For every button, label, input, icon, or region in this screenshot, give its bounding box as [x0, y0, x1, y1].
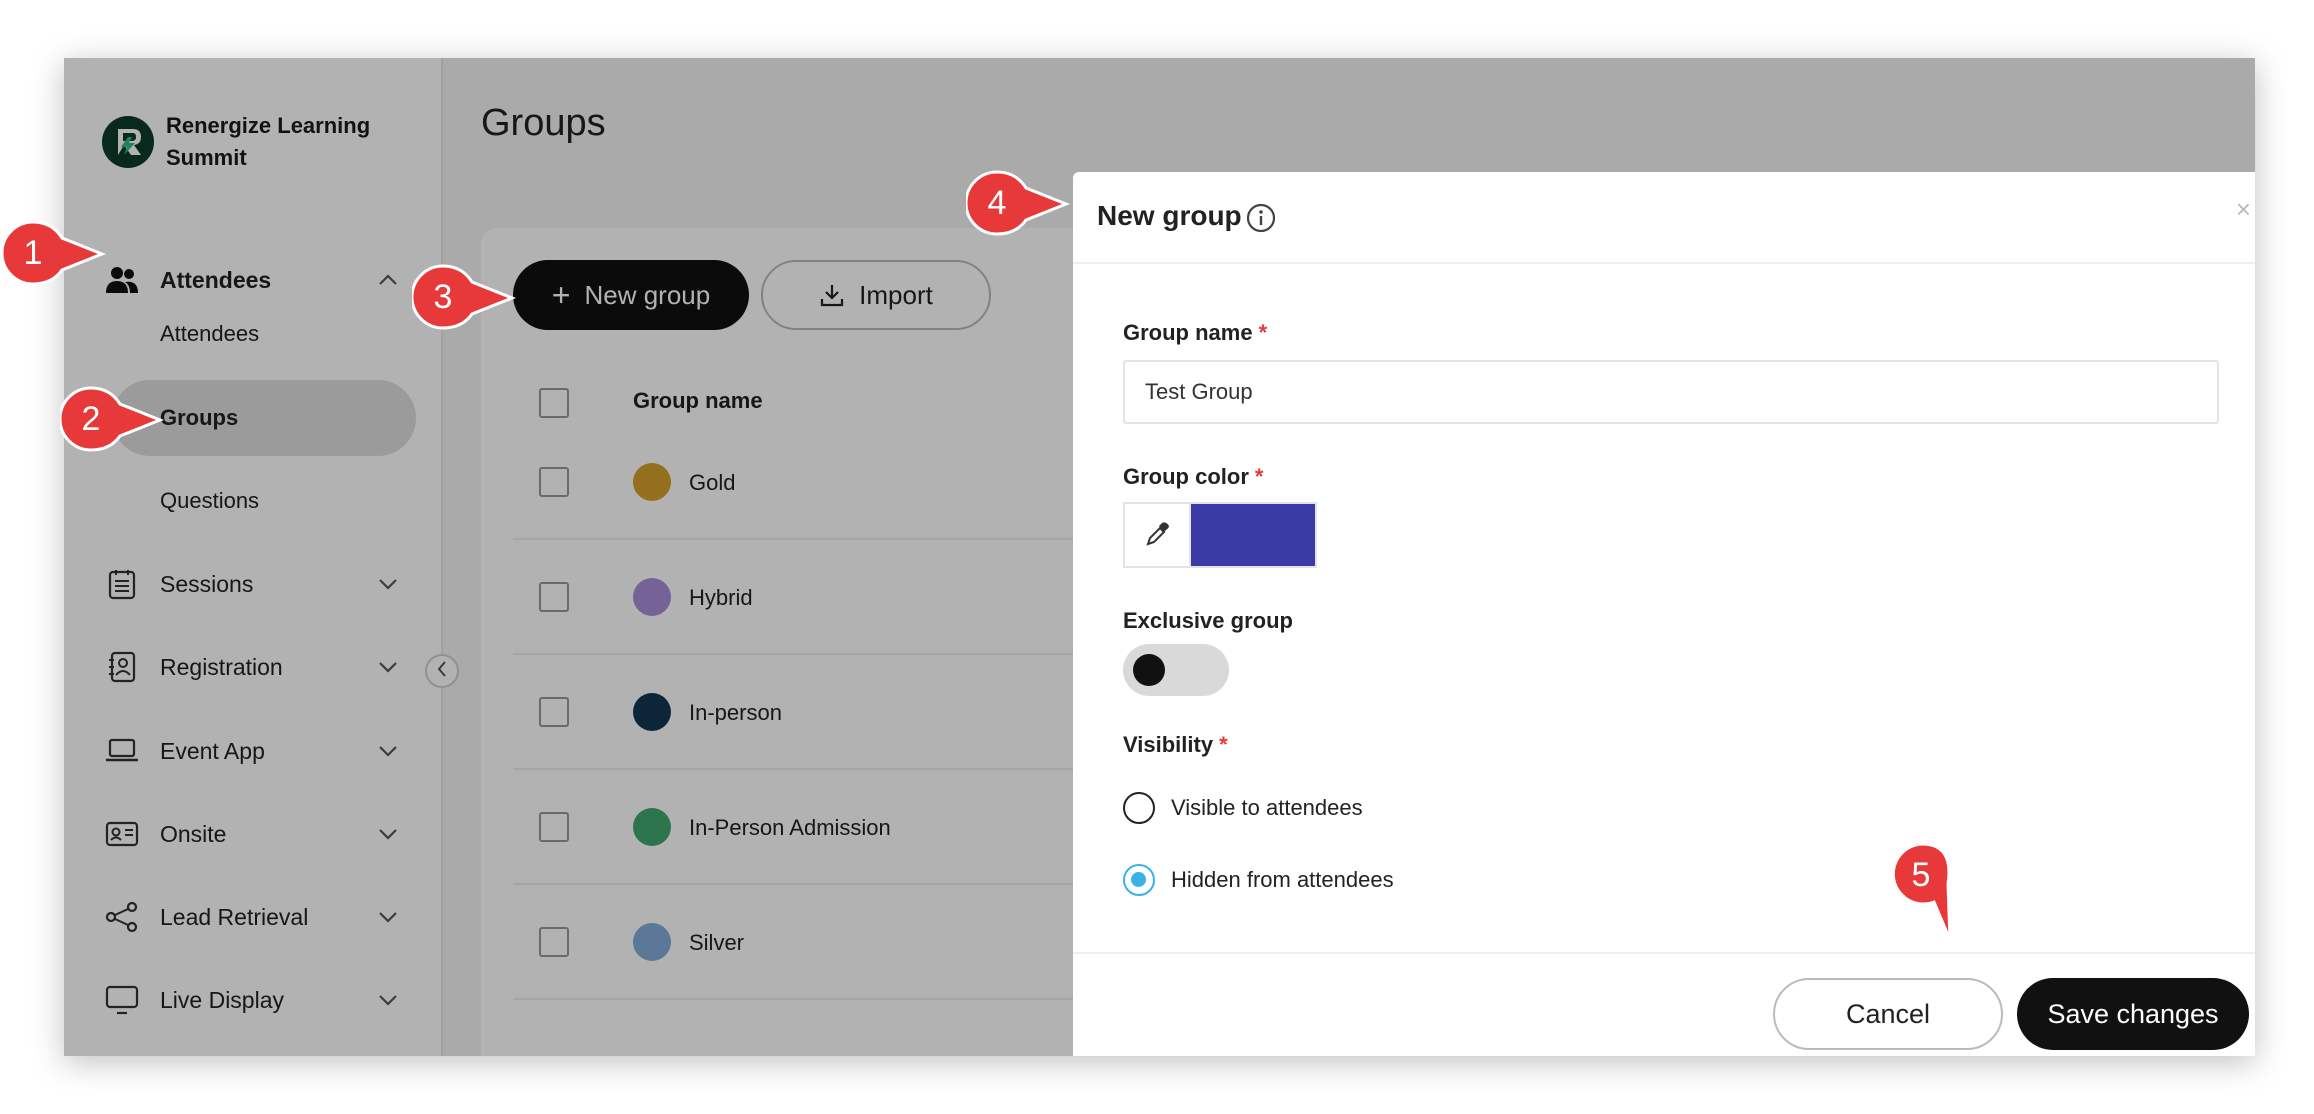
visibility-option-hidden[interactable]: Hidden from attendees [1123, 864, 1394, 896]
visibility-option-visible[interactable]: Visible to attendees [1123, 792, 1363, 824]
callout-marker: 1 [0, 218, 112, 300]
radio-button-selected[interactable] [1123, 864, 1155, 896]
radio-label: Visible to attendees [1171, 795, 1363, 820]
required-mark: * [1254, 464, 1264, 489]
label-text: Visibility [1123, 732, 1214, 757]
radio-label: Hidden from attendees [1171, 867, 1394, 892]
callout-number: 1 [23, 233, 43, 272]
dialog-title: New group [1097, 200, 1242, 231]
group-color-label: Group color * [1123, 464, 1263, 490]
required-mark: * [1219, 732, 1228, 757]
label-text: Group color [1123, 464, 1249, 489]
callout-marker: 2 [58, 384, 170, 466]
close-icon[interactable]: × [2236, 194, 2251, 225]
eyedropper-icon[interactable] [1125, 504, 1191, 566]
color-swatch[interactable] [1191, 504, 1315, 566]
new-group-dialog: New group × Group name * Test Group Group… [1073, 172, 2255, 1056]
group-name-input[interactable]: Test Group [1123, 360, 2219, 424]
group-color-picker[interactable] [1123, 502, 1317, 568]
callout-number: 5 [1911, 855, 1931, 894]
toggle-knob [1133, 654, 1165, 686]
callout-number: 4 [987, 183, 1007, 222]
save-changes-button[interactable]: Save changes [2017, 978, 2249, 1050]
callout-marker: 4 [964, 168, 1076, 250]
info-icon[interactable] [1245, 202, 1277, 239]
radio-button[interactable] [1123, 792, 1155, 824]
callout-number: 3 [433, 277, 453, 316]
callout-marker: 5 [1888, 840, 1968, 950]
dialog-footer-divider [1073, 952, 2255, 954]
cancel-button[interactable]: Cancel [1773, 978, 2003, 1050]
exclusive-group-label: Exclusive group [1123, 608, 1293, 633]
callout-marker: 3 [410, 262, 522, 344]
visibility-label: Visibility * [1123, 732, 1228, 758]
callout-number: 2 [81, 399, 101, 438]
label-text: Group name [1123, 320, 1253, 345]
exclusive-group-toggle[interactable] [1123, 644, 1229, 696]
required-mark: * [1258, 320, 1268, 345]
dialog-header: New group × [1073, 172, 2255, 264]
group-name-label: Group name * [1123, 320, 1267, 346]
